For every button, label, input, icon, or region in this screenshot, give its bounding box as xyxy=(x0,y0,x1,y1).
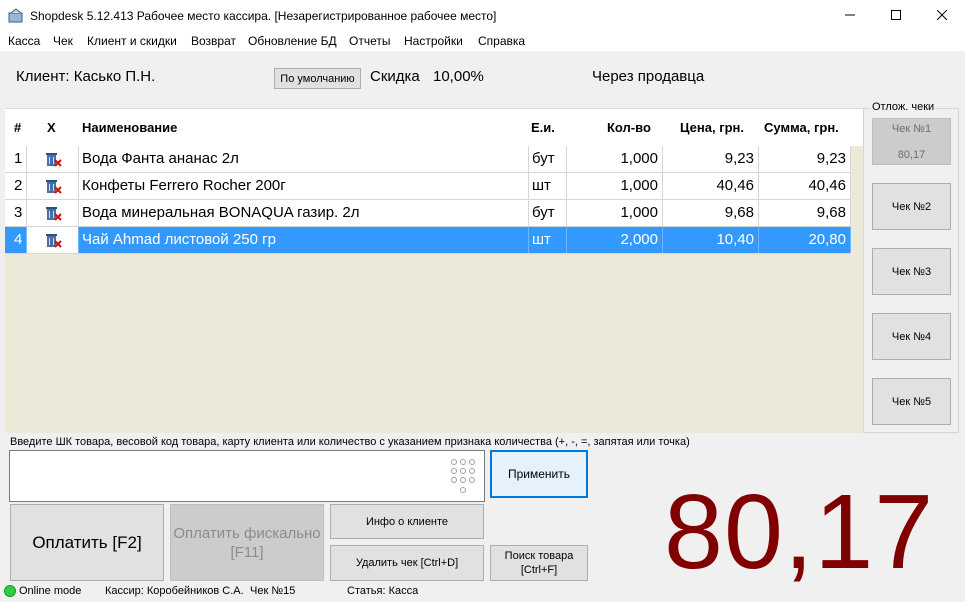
col-unit: Е.и. xyxy=(531,120,555,135)
row-sum: 20,80 xyxy=(759,227,851,253)
parked-check-label: Чек №2 xyxy=(891,200,932,213)
delete-row-icon[interactable] xyxy=(44,178,62,194)
seller-mode-label: Через продавца xyxy=(592,68,705,85)
parked-check-1-button[interactable]: Чек №1 80,17 xyxy=(872,118,951,165)
row-price: 9,23 xyxy=(663,146,759,172)
row-price: 10,40 xyxy=(663,227,759,253)
status-mode: Online mode xyxy=(19,585,82,597)
row-sum: 9,68 xyxy=(759,200,851,226)
col-sum: Сумма, грн. xyxy=(764,120,839,135)
input-hint: Введите ШК товара, весовой код товара, к… xyxy=(10,436,690,448)
delete-row-icon[interactable] xyxy=(44,205,62,221)
receipt-grid[interactable]: # X Наименование Е.и. Кол-во Цена, грн. … xyxy=(5,108,863,433)
online-status-icon xyxy=(4,585,16,597)
pay-fiscal-button[interactable]: Оплатить фискально [F11] xyxy=(170,504,324,581)
discount-value: 10,00% xyxy=(433,68,484,85)
parked-checks-title: Отлож. чеки xyxy=(871,101,936,113)
delete-row-icon[interactable] xyxy=(44,232,62,248)
window-title: Shopdesk 5.12.413 Рабочее место кассира.… xyxy=(30,9,497,23)
row-delete-cell[interactable] xyxy=(27,200,79,226)
row-unit: бут xyxy=(529,146,567,172)
row-delete-cell[interactable] xyxy=(27,146,79,172)
parked-check-5-button[interactable]: Чек №5 xyxy=(872,378,951,425)
row-qty: 2,000 xyxy=(567,227,663,253)
minimize-button[interactable] xyxy=(827,0,873,30)
status-cashier: Кассир: Коробейников С.А. xyxy=(105,585,244,597)
menu-settings[interactable]: Настройки xyxy=(404,34,463,48)
row-price: 9,68 xyxy=(663,200,759,226)
parked-check-2-button[interactable]: Чек №2 xyxy=(872,183,951,230)
total-amount: 80,17 xyxy=(664,473,935,591)
col-number: # xyxy=(14,120,22,135)
row-number: 4 xyxy=(5,227,27,253)
menu-reports[interactable]: Отчеты xyxy=(349,34,390,48)
menu-return[interactable]: Возврат xyxy=(191,34,236,48)
default-client-button[interactable]: По умолчанию xyxy=(274,68,361,89)
menu-help[interactable]: Справка xyxy=(478,34,525,48)
table-row[interactable]: 2 Конфеты Ferrero Rocher 200г шт 1,000 4… xyxy=(5,173,851,200)
parked-check-3-button[interactable]: Чек №3 xyxy=(872,248,951,295)
status-check: Чек №15 xyxy=(250,585,296,597)
client-info-button[interactable]: Инфо о клиенте xyxy=(330,504,484,539)
menu-client-discounts[interactable]: Клиент и скидки xyxy=(87,34,177,48)
col-name: Наименование xyxy=(82,120,178,135)
discount-label: Скидка xyxy=(370,68,420,85)
minimize-icon xyxy=(845,14,855,16)
row-unit: шт xyxy=(529,227,567,253)
row-delete-cell[interactable] xyxy=(27,173,79,199)
row-name: Вода Фанта ананас 2л xyxy=(79,146,529,172)
row-delete-cell[interactable] xyxy=(27,227,79,253)
row-qty: 1,000 xyxy=(567,146,663,172)
row-sum: 9,23 xyxy=(759,146,851,172)
maximize-icon xyxy=(891,10,901,20)
col-qty: Кол-во xyxy=(607,120,651,135)
row-unit: шт xyxy=(529,173,567,199)
row-price: 40,46 xyxy=(663,173,759,199)
row-sum: 40,46 xyxy=(759,173,851,199)
barcode-input[interactable] xyxy=(9,450,485,502)
maximize-button[interactable] xyxy=(873,0,919,30)
find-product-button[interactable]: Поиск товара [Ctrl+F] xyxy=(490,545,588,581)
col-delete: X xyxy=(47,120,56,135)
row-number: 3 xyxy=(5,200,27,226)
close-button[interactable] xyxy=(919,0,965,30)
title-bar: Shopdesk 5.12.413 Рабочее место кассира.… xyxy=(0,0,965,32)
parked-check-label: Чек №5 xyxy=(891,395,932,408)
row-unit: бут xyxy=(529,200,567,226)
table-row[interactable]: 1 Вода Фанта ананас 2л бут 1,000 9,23 9,… xyxy=(5,146,851,173)
row-number: 1 xyxy=(5,146,27,172)
row-number: 2 xyxy=(5,173,27,199)
menu-db-update[interactable]: Обновление БД xyxy=(248,34,337,48)
row-name: Чай Ahmad листовой 250 гр xyxy=(79,227,529,253)
parked-check-4-button[interactable]: Чек №4 xyxy=(872,313,951,360)
delete-check-button[interactable]: Удалить чек [Ctrl+D] xyxy=(330,545,484,581)
status-bar: Online mode Кассир: Коробейников С.А. Че… xyxy=(0,582,965,601)
parked-check-label: Чек №4 xyxy=(891,330,932,343)
status-article: Статья: Касса xyxy=(347,585,419,597)
app-icon xyxy=(8,8,23,23)
menu-bar: Касса Чек Клиент и скидки Возврат Обновл… xyxy=(0,32,965,51)
table-row[interactable]: 3 Вода минеральная BONAQUA газир. 2л бут… xyxy=(5,200,851,227)
grid-header: # X Наименование Е.и. Кол-во Цена, грн. … xyxy=(5,109,863,146)
parked-check-label: Чек №1 xyxy=(891,122,932,135)
parked-check-amount: 80,17 xyxy=(897,148,926,161)
table-row-selected[interactable]: 4 Чай Ahmad листовой 250 гр шт 2,000 10,… xyxy=(5,227,851,254)
apply-button[interactable]: Применить xyxy=(490,450,588,498)
delete-row-icon[interactable] xyxy=(44,151,62,167)
keypad-icon[interactable] xyxy=(450,458,476,496)
client-label: Клиент: Касько П.Н. xyxy=(16,68,156,85)
menu-check[interactable]: Чек xyxy=(53,34,73,48)
col-price: Цена, грн. xyxy=(680,120,745,135)
close-icon xyxy=(937,10,947,20)
row-name: Вода минеральная BONAQUA газир. 2л xyxy=(79,200,529,226)
pay-button[interactable]: Оплатить [F2] xyxy=(10,504,164,581)
row-qty: 1,000 xyxy=(567,200,663,226)
menu-kassa[interactable]: Касса xyxy=(8,34,40,48)
row-qty: 1,000 xyxy=(567,173,663,199)
row-name: Конфеты Ferrero Rocher 200г xyxy=(79,173,529,199)
parked-check-label: Чек №3 xyxy=(891,265,932,278)
